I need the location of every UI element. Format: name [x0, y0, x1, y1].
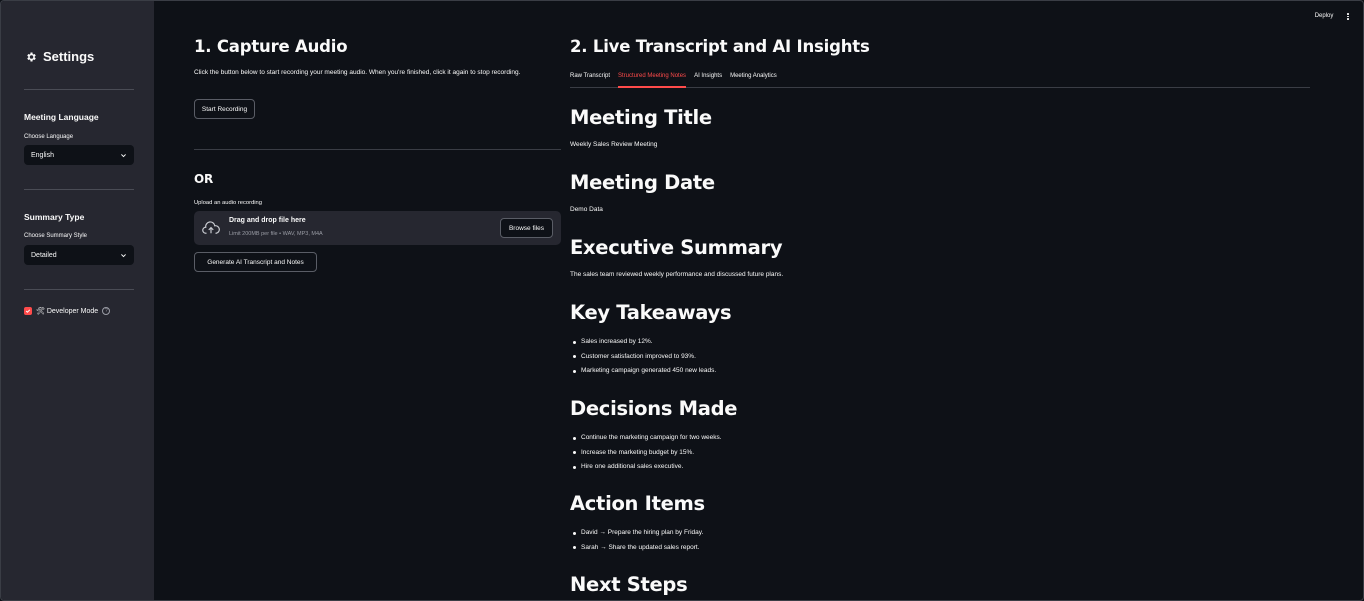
sidebar-title: Settings: [25, 49, 94, 64]
sidebar-divider: [24, 89, 134, 90]
list-item: David → Prepare the hiring plan by Frida…: [572, 529, 703, 544]
meeting-title-value: Weekly Sales Review Meeting: [570, 141, 658, 148]
summary-selected: Detailed: [31, 251, 57, 259]
upload-label: Upload an audio recording: [194, 200, 263, 206]
gear-icon: [27, 52, 36, 61]
developer-mode-checkbox[interactable]: [24, 307, 32, 315]
action-items-heading: Action Items: [570, 492, 705, 515]
list-item: Increase the marketing budget by 15%.: [573, 449, 722, 464]
tab-raw-transcript[interactable]: Raw Transcript: [570, 71, 610, 88]
chevron-down-icon: [121, 153, 126, 157]
list-item: Hire one additional sales executive.: [573, 463, 722, 478]
language-select[interactable]: English: [24, 145, 134, 165]
list-item: Sales increased by 12%.: [572, 338, 716, 353]
language-heading: Meeting Language: [24, 112, 99, 122]
next-steps-heading: Next Steps: [570, 573, 688, 596]
developer-mode-toggle[interactable]: 🛠 Developer Mode ?: [24, 307, 111, 315]
chevron-down-icon: [121, 253, 126, 257]
more-options-icon[interactable]: [1347, 13, 1349, 20]
list-item: Customer satisfaction improved to 93%.: [572, 353, 716, 368]
capture-title: 1. Capture Audio: [194, 37, 348, 56]
dropzone-title: Drag and drop file here: [229, 217, 306, 224]
summary-label: Choose Summary Style: [24, 233, 88, 239]
executive-summary-heading: Executive Summary: [570, 236, 783, 259]
browse-files-button[interactable]: Browse files: [500, 218, 553, 238]
tab-structured-meeting-notes[interactable]: Structured Meeting Notes: [618, 71, 687, 88]
decisions-heading: Decisions Made: [570, 397, 738, 420]
tab-bar: Raw Transcript Structured Meeting Notes …: [570, 71, 1310, 88]
tab-meeting-analytics[interactable]: Meeting Analytics: [730, 71, 777, 88]
list-item: Marketing campaign generated 450 new lea…: [572, 367, 716, 382]
check-icon: [25, 309, 31, 313]
list-item: Sarah → Share the updated sales report.: [572, 544, 703, 559]
executive-summary-text: The sales team reviewed weekly performan…: [570, 271, 784, 278]
start-recording-button[interactable]: Start Recording: [194, 99, 255, 119]
meeting-date-value: Demo Data: [570, 206, 603, 213]
insights-title: 2. Live Transcript and AI Insights: [570, 37, 870, 56]
developer-mode-label: 🛠 Developer Mode: [36, 308, 99, 315]
sidebar-title-text: Settings: [43, 49, 95, 64]
capture-instructions: Click the button below to start recordin…: [194, 69, 521, 76]
action-items-list: David → Prepare the hiring plan by Frida…: [572, 529, 703, 559]
deploy-button[interactable]: Deploy: [1315, 13, 1334, 19]
dropzone-limit: Limit 200MB per file • WAV, MP3, M4A: [229, 231, 323, 237]
tab-ai-insights[interactable]: AI Insights: [694, 71, 722, 88]
language-selected: English: [31, 151, 54, 159]
key-takeaways-list: Sales increased by 12%. Customer satisfa…: [572, 338, 716, 382]
cloud-upload-icon: [202, 221, 220, 234]
section-divider: [194, 149, 561, 150]
file-dropzone[interactable]: Drag and drop file here Limit 200MB per …: [194, 211, 561, 245]
generate-transcript-button[interactable]: Generate AI Transcript and Notes: [194, 252, 317, 272]
language-label: Choose Language: [24, 134, 74, 140]
sidebar-divider: [24, 289, 134, 290]
meeting-title-heading: Meeting Title: [570, 106, 712, 129]
or-label: OR: [194, 172, 214, 186]
decisions-list: Continue the marketing campaign for two …: [573, 434, 722, 478]
summary-select[interactable]: Detailed: [24, 245, 134, 265]
sidebar-divider: [24, 189, 134, 190]
summary-heading: Summary Type: [24, 212, 85, 222]
sidebar: Settings Meeting Language Choose Languag…: [1, 1, 154, 600]
top-toolbar: Deploy: [1315, 13, 1349, 20]
help-icon[interactable]: ?: [102, 307, 111, 315]
meeting-date-heading: Meeting Date: [570, 171, 715, 194]
list-item: Continue the marketing campaign for two …: [573, 434, 722, 449]
key-takeaways-heading: Key Takeaways: [570, 301, 732, 324]
app-window: Settings Meeting Language Choose Languag…: [0, 0, 1364, 601]
